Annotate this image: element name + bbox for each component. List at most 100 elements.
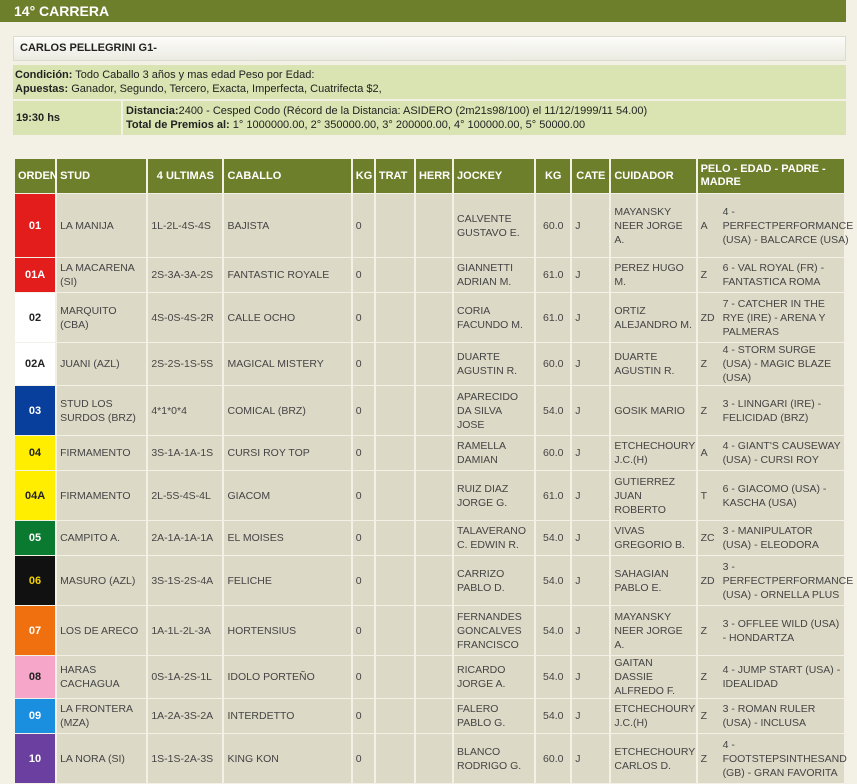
herr-cell bbox=[415, 343, 453, 385]
herr-cell bbox=[415, 436, 453, 470]
cate-cell: J bbox=[572, 343, 610, 385]
cate-cell: J bbox=[572, 606, 610, 655]
herr-cell bbox=[415, 386, 453, 435]
herr-cell bbox=[415, 258, 453, 292]
orden-cell: 04 bbox=[15, 436, 56, 470]
stud-cell: MARQUITO (CBA) bbox=[57, 293, 147, 342]
stud-cell: LA MANIJA bbox=[57, 194, 147, 257]
trat-cell bbox=[375, 343, 414, 385]
pelo-code: Z bbox=[700, 624, 707, 637]
table-row: 02A JUANI (AZL) 2S-2S-1S-5S MAGICAL MISTERY… bbox=[15, 343, 844, 385]
age-sire-dam: 6 - GIACOMO (USA) - KASCHA (USA) bbox=[722, 482, 827, 509]
orden-cell: 02 bbox=[15, 293, 56, 342]
table-header-row: ORDEN STUD 4 ULTIMAS CABALLO KG TRAT HER… bbox=[15, 159, 844, 193]
cuidador-cell: ETCHECHOURY J.C.(H) bbox=[611, 436, 696, 470]
herr-cell bbox=[415, 194, 453, 257]
stud-cell: LA MACARENA (SI) bbox=[57, 258, 147, 292]
cate-cell: J bbox=[572, 258, 610, 292]
col-herr: HERR bbox=[415, 159, 453, 193]
caballo-cell: CURSI ROY TOP bbox=[224, 436, 351, 470]
cuidador-cell: GOSIK MARIO bbox=[611, 386, 696, 435]
table-row: 04 FIRMAMENTO 3S-1A-1A-1S CURSI ROY TOP 0 RAM… bbox=[15, 436, 844, 470]
trat-cell bbox=[375, 436, 414, 470]
cate-cell: J bbox=[572, 734, 610, 783]
age-sire-dam: 4 - STORM SURGE (USA) - MAGIC BLAZE (USA… bbox=[722, 344, 832, 384]
cate-cell: J bbox=[572, 194, 610, 257]
jockey-kg-cell: 54.0 bbox=[536, 386, 571, 435]
herr-cell bbox=[415, 293, 453, 342]
caballo-cell: IDOLO PORTEÑO bbox=[224, 656, 351, 698]
kg-cell: 0 bbox=[352, 734, 374, 783]
cuidador-cell: ETCHECHOURY J.C.(H) bbox=[611, 699, 696, 733]
col-stud: STUD bbox=[57, 159, 147, 193]
orden-cell: 01A bbox=[15, 258, 56, 292]
entries-table: ORDEN STUD 4 ULTIMAS CABALLO KG TRAT HER… bbox=[13, 158, 853, 784]
jockey-kg-cell: 54.0 bbox=[536, 699, 571, 733]
jockey-kg-cell: 54.0 bbox=[536, 521, 571, 555]
ultimas-cell: 3S-1A-1A-1S bbox=[148, 436, 223, 470]
kg-cell: 0 bbox=[352, 386, 374, 435]
kg-cell: 0 bbox=[352, 471, 374, 520]
kg-cell: 0 bbox=[352, 699, 374, 733]
col-orden: ORDEN bbox=[15, 159, 58, 193]
stud-cell: LA NORA (SI) bbox=[57, 734, 147, 783]
trat-cell bbox=[375, 293, 414, 342]
ultimas-cell: 1A-2A-3S-2A bbox=[148, 699, 223, 733]
pelo-cell: ZC 3 - MANIPULATOR (USA) - ELEODORA bbox=[697, 521, 844, 555]
caballo-cell: BAJISTA bbox=[224, 194, 351, 257]
pelo-cell: Z 3 - OFFLEE WILD (USA) - HONDARTZA bbox=[697, 606, 844, 655]
kg-cell: 0 bbox=[352, 656, 374, 698]
herr-cell bbox=[415, 556, 453, 605]
cuidador-cell: ETCHECHOURY CARLOS D. bbox=[611, 734, 696, 783]
trat-cell bbox=[375, 606, 414, 655]
kg-cell: 0 bbox=[352, 436, 374, 470]
kg-cell: 0 bbox=[352, 521, 374, 555]
pelo-cell: A 4 - PERFECTPERFORMANCE (USA) - BALCARCE… bbox=[697, 194, 853, 257]
pelo-code: Z bbox=[700, 358, 707, 370]
pelo-code: Z bbox=[700, 710, 707, 722]
race-name: CARLOS PELLEGRINI G1- bbox=[13, 36, 846, 61]
pelo-cell: A 4 - GIANT'S CAUSEWAY (USA) - CURSI ROY bbox=[697, 436, 844, 470]
caballo-cell: FANTASTIC ROYALE bbox=[224, 258, 351, 292]
orden-cell: 10 bbox=[15, 734, 56, 783]
cuidador-cell: MAYANSKY NEER JORGE A. bbox=[611, 194, 696, 257]
orden-cell: 05 bbox=[15, 521, 56, 555]
jockey-cell: CALVENTE GUSTAVO E. bbox=[454, 194, 535, 257]
jockey-cell: RICARDO JORGE A. bbox=[454, 656, 535, 698]
jockey-cell: TALAVERANO C. EDWIN R. bbox=[454, 521, 535, 555]
caballo-cell: INTERDETTO bbox=[224, 699, 351, 733]
orden-cell: 09 bbox=[15, 699, 56, 733]
caballo-cell: CALLE OCHO bbox=[224, 293, 351, 342]
jockey-cell: BLANCO RODRIGO G. bbox=[454, 734, 535, 783]
stud-cell: STUD LOS SURDOS (BRZ) bbox=[57, 386, 147, 435]
race-info-row: 19:30 hs Distancia:2400 - Cesped Codo (R… bbox=[13, 101, 846, 135]
race-distance-prizes: Distancia:2400 - Cesped Codo (Récord de … bbox=[123, 101, 846, 135]
condition-text: Todo Caballo 3 años y mas edad Peso por … bbox=[75, 69, 315, 81]
pelo-code: ZC bbox=[700, 532, 715, 544]
pelo-cell: T 6 - GIACOMO (USA) - KASCHA (USA) bbox=[697, 471, 844, 520]
cuidador-cell: GAITAN DASSIE ALFREDO F. bbox=[611, 656, 696, 698]
cate-cell: J bbox=[572, 556, 610, 605]
table-row: 01A LA MACARENA (SI) 2S-3A-3A-2S FANTASTIC … bbox=[15, 258, 844, 292]
trat-cell bbox=[375, 656, 414, 698]
jockey-cell: DUARTE AGUSTIN R. bbox=[454, 343, 535, 385]
ultimas-cell: 2A-1A-1A-1A bbox=[148, 521, 223, 555]
ultimas-cell: 2S-2S-1S-5S bbox=[148, 343, 223, 385]
stud-cell: LOS DE ARECO bbox=[57, 606, 147, 655]
trat-cell bbox=[375, 386, 414, 435]
kg-cell: 0 bbox=[352, 343, 374, 385]
trat-cell bbox=[375, 556, 414, 605]
jockey-kg-cell: 60.0 bbox=[536, 436, 571, 470]
cate-cell: J bbox=[572, 656, 610, 698]
cate-cell: J bbox=[572, 699, 610, 733]
pelo-code: ZD bbox=[700, 311, 715, 324]
orden-cell: 01 bbox=[15, 194, 56, 257]
distance-label: Distancia: bbox=[126, 105, 179, 117]
herr-cell bbox=[415, 734, 453, 783]
age-sire-dam: 4 - JUMP START (USA) - IDEALIDAD bbox=[722, 664, 841, 690]
caballo-cell: MAGICAL MISTERY bbox=[224, 343, 351, 385]
col-kg-jockey: KG bbox=[536, 159, 571, 193]
cuidador-cell: SAHAGIAN PABLO E. bbox=[611, 556, 696, 605]
age-sire-dam: 3 - OFFLEE WILD (USA) - HONDARTZA bbox=[722, 617, 840, 644]
jockey-cell: FERNANDES GONCALVES FRANCISCO bbox=[454, 606, 535, 655]
